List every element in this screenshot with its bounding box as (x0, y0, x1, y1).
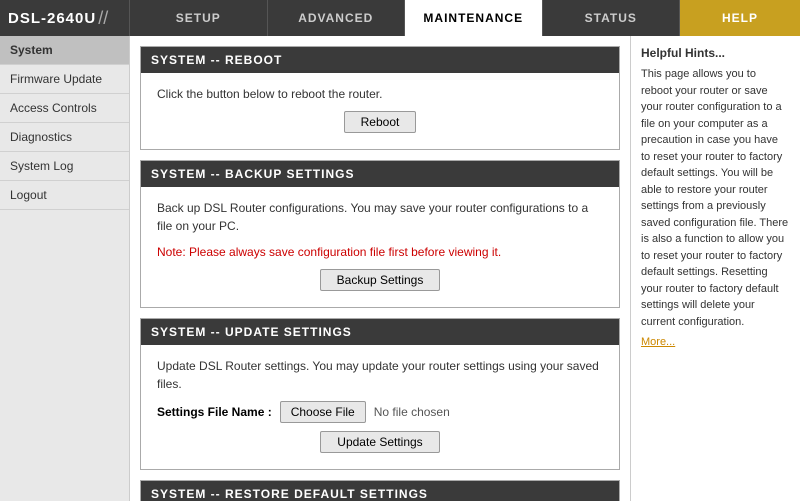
update-text: Update DSL Router settings. You may upda… (157, 357, 603, 393)
update-header: SYSTEM -- UPDATE SETTINGS (141, 319, 619, 345)
tab-help[interactable]: HELP (680, 0, 800, 36)
sidebar-item-access-controls[interactable]: Access Controls (0, 94, 129, 123)
sidebar-item-system-log[interactable]: System Log (0, 152, 129, 181)
tab-advanced[interactable]: ADVANCED (268, 0, 406, 36)
tab-maintenance[interactable]: MAINTENANCE (405, 0, 543, 36)
tab-status[interactable]: STATUS (543, 0, 681, 36)
reboot-btn-row: Reboot (157, 111, 603, 133)
update-body: Update DSL Router settings. You may upda… (141, 345, 619, 469)
update-section: SYSTEM -- UPDATE SETTINGS Update DSL Rou… (140, 318, 620, 470)
help-title: Helpful Hints... (641, 46, 790, 60)
restore-section: SYSTEM -- RESTORE DEFAULT SETTINGS Resto… (140, 480, 620, 501)
restore-header: SYSTEM -- RESTORE DEFAULT SETTINGS (141, 481, 619, 501)
sidebar-item-system[interactable]: System (0, 36, 129, 65)
content-area: SYSTEM -- REBOOT Click the button below … (130, 36, 630, 501)
update-btn-row: Update Settings (157, 431, 603, 453)
reboot-section: SYSTEM -- REBOOT Click the button below … (140, 46, 620, 150)
reboot-header: SYSTEM -- REBOOT (141, 47, 619, 73)
reboot-body: Click the button below to reboot the rou… (141, 73, 619, 149)
main-layout: System Firmware Update Access Controls D… (0, 36, 800, 501)
backup-button[interactable]: Backup Settings (320, 269, 441, 291)
backup-note: Note: Please always save configuration f… (157, 243, 603, 261)
logo-slash: // (98, 8, 108, 29)
tab-setup[interactable]: SETUP (130, 0, 268, 36)
nav-tabs: SETUP ADVANCED MAINTENANCE STATUS (130, 0, 680, 36)
update-settings-button[interactable]: Update Settings (320, 431, 439, 453)
choose-file-button[interactable]: Choose File (280, 401, 366, 423)
sidebar: System Firmware Update Access Controls D… (0, 36, 130, 501)
file-row: Settings File Name : Choose File No file… (157, 401, 603, 423)
help-body: This page allows you to reboot your rout… (641, 66, 790, 330)
help-more-link[interactable]: More... (641, 336, 790, 348)
sidebar-item-firmware-update[interactable]: Firmware Update (0, 65, 129, 94)
top-bar: DSL-2640U // SETUP ADVANCED MAINTENANCE … (0, 0, 800, 36)
backup-text: Back up DSL Router configurations. You m… (157, 199, 603, 235)
sidebar-item-logout[interactable]: Logout (0, 181, 129, 210)
logo-model: DSL-2640U (8, 10, 96, 27)
help-panel: Helpful Hints... This page allows you to… (630, 36, 800, 501)
backup-body: Back up DSL Router configurations. You m… (141, 187, 619, 307)
sidebar-item-diagnostics[interactable]: Diagnostics (0, 123, 129, 152)
no-file-text: No file chosen (374, 405, 450, 419)
file-label: Settings File Name : (157, 405, 272, 419)
backup-header: SYSTEM -- BACKUP SETTINGS (141, 161, 619, 187)
reboot-text: Click the button below to reboot the rou… (157, 85, 603, 103)
backup-btn-row: Backup Settings (157, 269, 603, 291)
backup-section: SYSTEM -- BACKUP SETTINGS Back up DSL Ro… (140, 160, 620, 308)
reboot-button[interactable]: Reboot (344, 111, 417, 133)
logo-area: DSL-2640U // (0, 0, 130, 36)
